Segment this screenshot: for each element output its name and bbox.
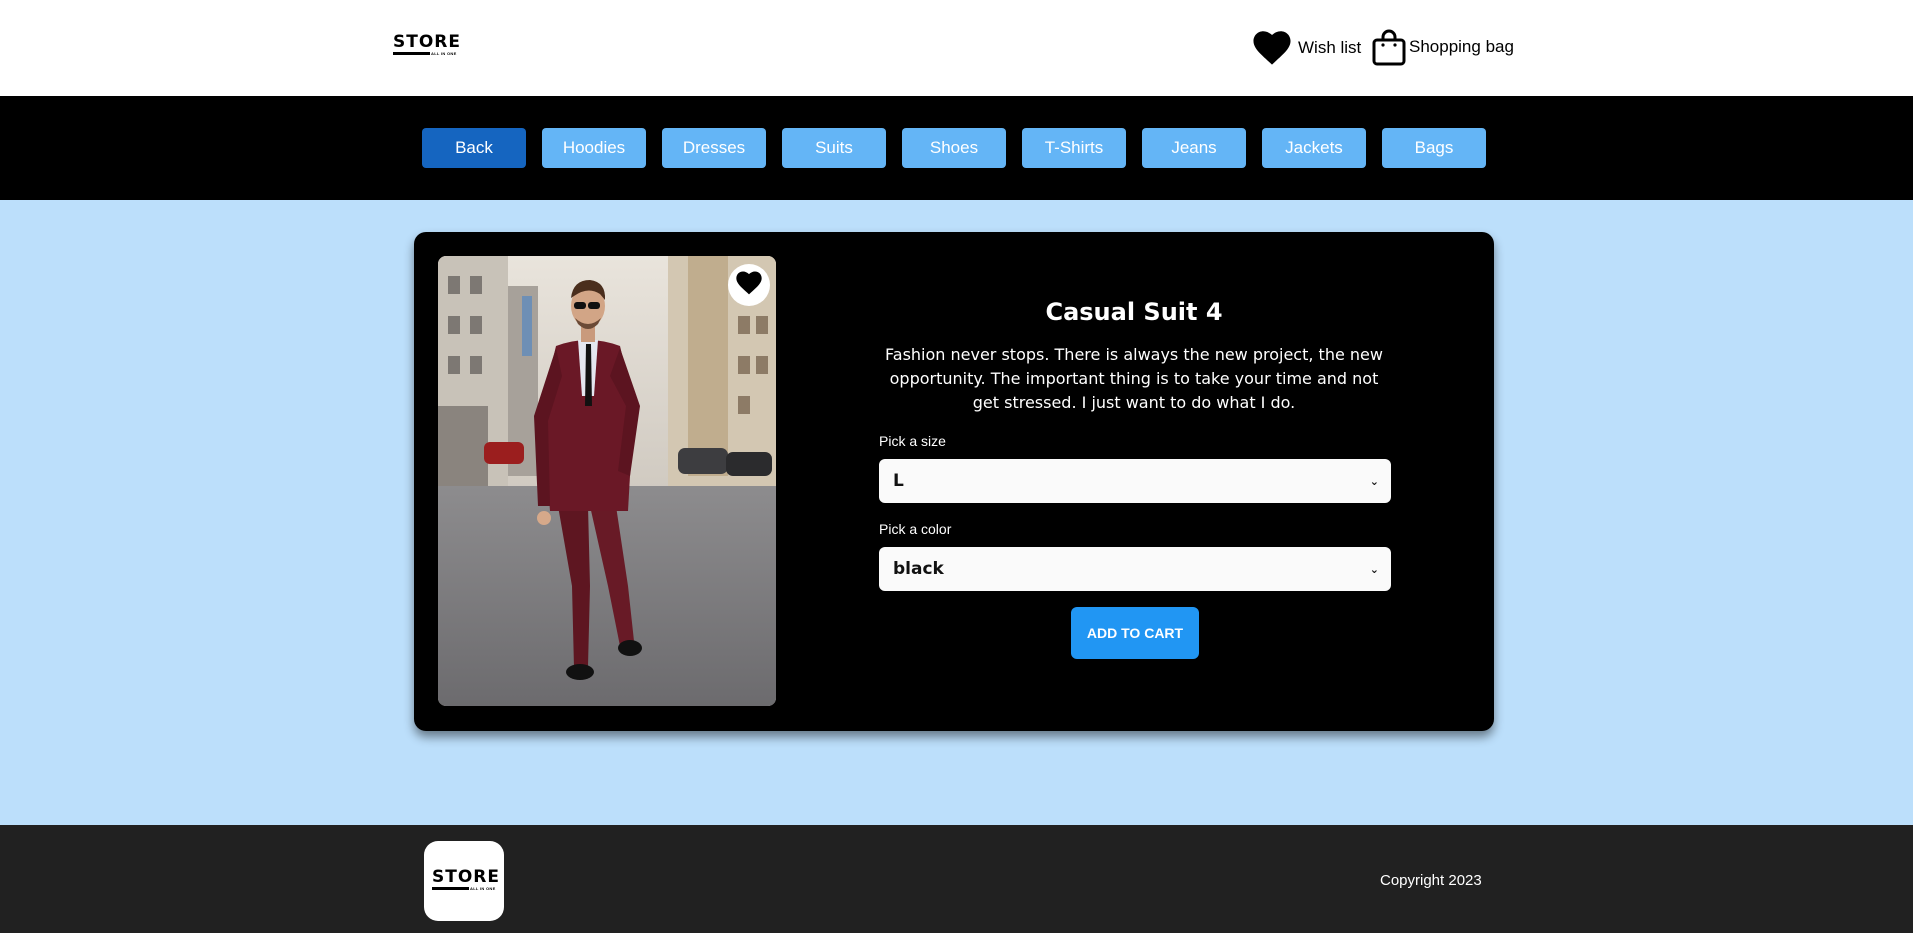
nav-jeans-button[interactable]: Jeans (1142, 128, 1246, 168)
shopping-bag-label: Shopping bag (1409, 37, 1514, 56)
site-header: STORE ALL IN ONE Wish list Shopping bag (0, 0, 1913, 96)
add-to-cart-button[interactable]: ADD TO CART (1071, 607, 1199, 659)
nav-tshirts-button[interactable]: T-Shirts (1022, 128, 1126, 168)
nav-back-button[interactable]: Back (422, 128, 526, 168)
nav-jackets-button[interactable]: Jackets (1262, 128, 1366, 168)
size-select-value: L (893, 471, 904, 491)
color-select-value: black (893, 559, 944, 579)
heart-icon (1253, 30, 1291, 66)
logo-tagline: ALL IN ONE (431, 51, 457, 56)
nav-dresses-button[interactable]: Dresses (662, 128, 766, 168)
product-title: Casual Suit 4 (1045, 298, 1223, 326)
footer-logo-word: STORE (432, 867, 500, 887)
nav-hoodies-button[interactable]: Hoodies (542, 128, 646, 168)
category-nav: Back Hoodies Dresses Suits Shoes T-Shirt… (0, 96, 1913, 200)
shopping-bag-icon (1372, 28, 1406, 66)
copyright-text: Copyright 2023 (1380, 872, 1482, 889)
size-select[interactable]: L ⌄ (879, 459, 1391, 503)
logo-underline (393, 52, 430, 55)
favorite-button[interactable] (728, 264, 770, 306)
favorite-heart-icon (736, 271, 762, 300)
wishlist-link[interactable]: Wish list (1253, 30, 1361, 66)
footer-logo-underline (432, 887, 469, 890)
wishlist-label: Wish list (1298, 38, 1362, 57)
footer-logo[interactable]: STORE ALL IN ONE (424, 841, 504, 921)
color-select[interactable]: black ⌄ (879, 547, 1391, 591)
nav-suits-button[interactable]: Suits (782, 128, 886, 168)
chevron-down-icon: ⌄ (1369, 562, 1379, 576)
footer-logo-tagline: ALL IN ONE (470, 886, 496, 891)
nav-bags-button[interactable]: Bags (1382, 128, 1486, 168)
size-label: Pick a size (879, 433, 946, 449)
color-label: Pick a color (879, 521, 952, 537)
footer-logo-mark: STORE ALL IN ONE (432, 868, 502, 892)
product-image (438, 256, 776, 706)
logo-word: STORE (393, 32, 461, 52)
product-description: Fashion never stops. There is always the… (885, 345, 1383, 412)
store-logo[interactable]: STORE ALL IN ONE (393, 33, 463, 57)
site-footer (0, 825, 1913, 933)
nav-shoes-button[interactable]: Shoes (902, 128, 1006, 168)
shopping-bag-link[interactable]: Shopping bag (1372, 28, 1514, 66)
chevron-down-icon: ⌄ (1369, 474, 1379, 488)
